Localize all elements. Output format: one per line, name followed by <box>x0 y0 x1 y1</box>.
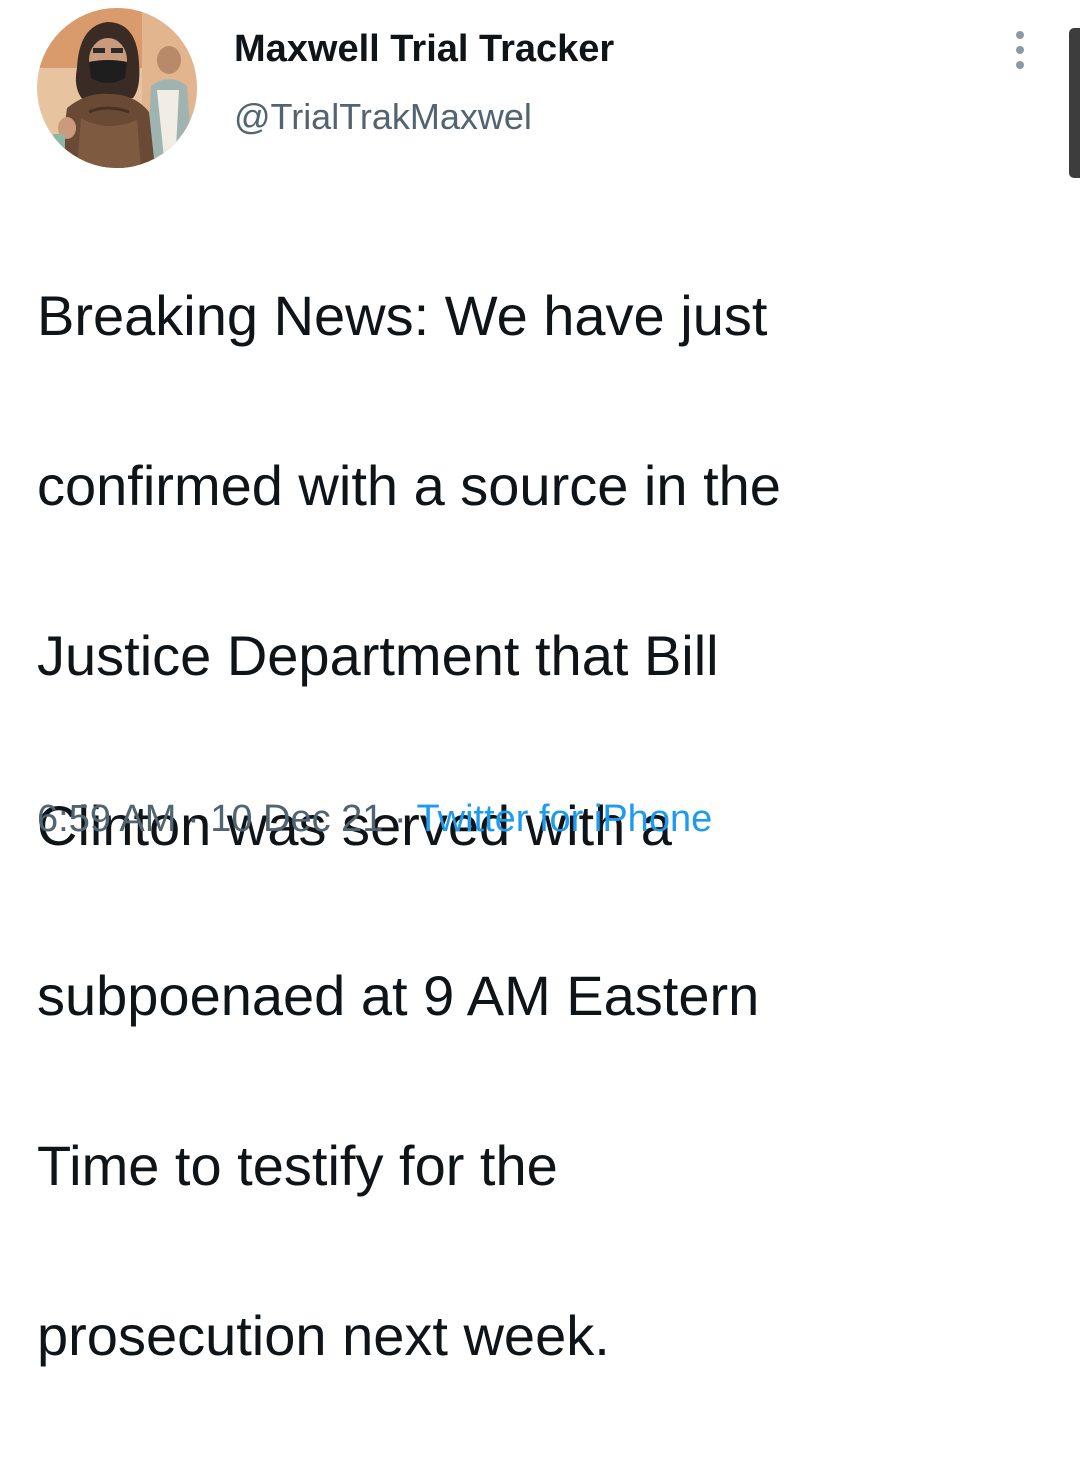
tweet-date[interactable]: 10 Dec 21 <box>210 798 383 840</box>
meta-separator: · <box>394 798 407 840</box>
tweet-text-line: confirmed with a source in the <box>37 454 781 517</box>
tweet-text-line: Breaking News: We have just <box>37 284 768 347</box>
user-handle[interactable]: @TrialTrakMaxwel <box>234 96 532 138</box>
tweet-text-line: subpoenaed at 9 AM Eastern <box>37 964 760 1027</box>
scrollbar[interactable] <box>1069 28 1080 178</box>
display-name[interactable]: Maxwell Trial Tracker <box>234 28 614 71</box>
more-vertical-icon-dot <box>1016 61 1024 69</box>
tweet-time[interactable]: 6:59 AM <box>37 798 176 840</box>
tweet-meta: 6:59 AM · 10 Dec 21 · Twitter for iPhone <box>37 798 712 841</box>
more-vertical-icon <box>1016 31 1024 39</box>
more-vertical-icon-dot <box>1016 46 1024 54</box>
avatar[interactable] <box>37 8 197 168</box>
tweet-text-line: prosecution next week. <box>37 1304 610 1367</box>
meta-separator: · <box>186 798 200 840</box>
tweet: Maxwell Trial Tracker @TrialTrakMaxwel B… <box>0 0 1080 1367</box>
more-options-button[interactable] <box>1004 26 1036 74</box>
courtroom-sketch-avatar-icon <box>37 8 197 168</box>
tweet-source-link[interactable]: Twitter for iPhone <box>417 798 713 840</box>
tweet-text-line: Time to testify for the <box>37 1134 558 1197</box>
tweet-text-line: Justice Department that Bill <box>37 624 719 687</box>
